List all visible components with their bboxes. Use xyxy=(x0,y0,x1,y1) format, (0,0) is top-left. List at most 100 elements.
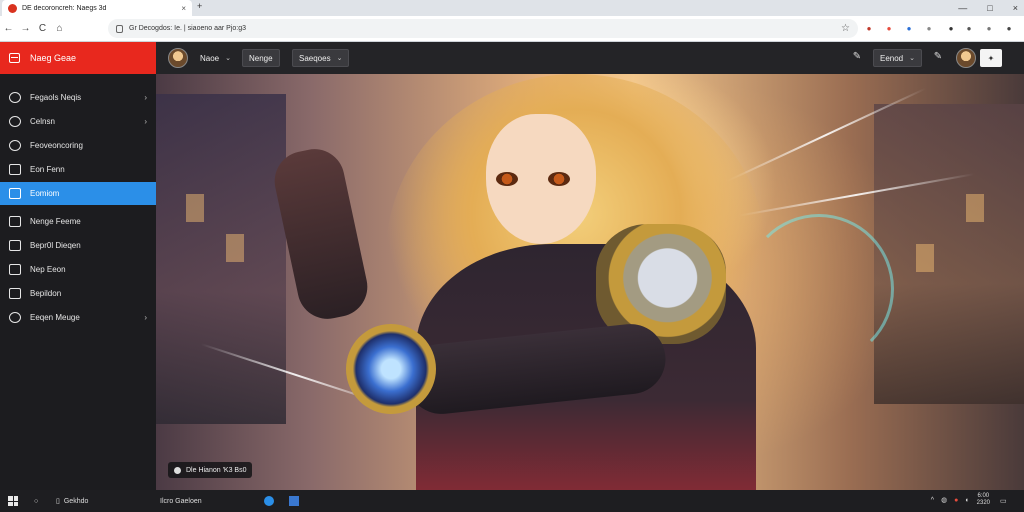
taskbar: ○ ▯ Gekhdo Ilcro Gaeloen ^ ◍ ● ◐ 6:00 23… xyxy=(0,490,1024,512)
sidebar-item-4[interactable]: Eon Fenn xyxy=(0,158,156,181)
right-dropdown[interactable]: Eenod ⌄ xyxy=(873,49,923,67)
action-center-button[interactable]: ▭ xyxy=(1000,494,1007,508)
sidebar-item-label: Celnsn xyxy=(30,117,55,126)
sidebar-item-label: Nep Eeon xyxy=(30,265,66,274)
nav-button[interactable]: Nenge xyxy=(242,49,280,67)
circle-icon xyxy=(9,140,21,151)
gauntlet-orb xyxy=(346,324,436,414)
clock-date: 2320 xyxy=(976,500,990,506)
address-text: Gr Decogdos: Ie. | siaoeno aar Pjo:g3 xyxy=(129,25,246,32)
minimize-button[interactable]: — xyxy=(958,3,967,13)
forward-button[interactable]: → xyxy=(17,23,34,34)
image-caption[interactable]: Dle Hianon 'K3 Bs0 xyxy=(168,462,253,478)
sidebar-item-label: Eomiom xyxy=(30,189,60,198)
close-window-button[interactable]: × xyxy=(1013,3,1018,13)
bookmark-star-icon[interactable]: ☆ xyxy=(841,23,850,34)
chevron-right-icon: › xyxy=(144,93,147,102)
reload-button[interactable]: C xyxy=(34,23,51,34)
chevron-down-icon: ⌄ xyxy=(225,55,231,62)
notification-badge-icon[interactable]: ● xyxy=(954,497,958,504)
action-center-icon: ▭ xyxy=(1000,498,1007,505)
tab-close-icon[interactable]: × xyxy=(181,4,186,13)
sidebar-item-9[interactable]: Bepildon xyxy=(0,282,156,305)
chevron-right-icon: › xyxy=(144,117,147,126)
extension-icon[interactable]: ● xyxy=(922,21,936,35)
brand-logo[interactable]: Naeg Geae xyxy=(0,42,156,74)
home-button[interactable]: ⌂ xyxy=(51,23,68,34)
task-view-icon: ▯ xyxy=(56,498,60,505)
caption-icon xyxy=(174,466,181,474)
browser-tab[interactable]: DE decoroncreh: Naegs 3d × xyxy=(2,0,192,16)
sidebar-item-label: Feoveoncoring xyxy=(30,141,83,150)
circle-icon xyxy=(9,312,21,323)
user-menu[interactable]: Naoe ⌄ xyxy=(194,49,237,67)
sidebar-item-10[interactable]: Eeqen Meuge › xyxy=(0,306,156,329)
browser-tabstrip: DE decoroncreh: Naegs 3d × + — □ × xyxy=(0,0,1024,16)
sidebar-item-3[interactable]: Feoveoncoring xyxy=(0,134,156,157)
clock-time: 6:00 xyxy=(977,493,990,499)
taskbar-search-label: Gekhdo xyxy=(63,497,89,505)
maximize-button[interactable]: □ xyxy=(987,3,992,13)
edit-icon[interactable]: ✎ xyxy=(931,51,945,65)
window-light xyxy=(186,194,204,222)
extension-icon[interactable]: ● xyxy=(944,21,958,35)
tools-icon[interactable]: ✎ xyxy=(850,51,864,65)
brand-icon xyxy=(9,53,20,63)
profile-avatar[interactable] xyxy=(956,48,976,68)
taskbar-search[interactable]: ▯ Gekhdo xyxy=(56,494,88,508)
windows-icon xyxy=(8,496,18,506)
sidebar-item-1[interactable]: Fegaols Neqis › xyxy=(0,86,156,109)
edge-icon xyxy=(264,496,274,506)
sidebar-item-6[interactable]: Nenge Feeme xyxy=(0,210,156,233)
extension-icon[interactable]: ● xyxy=(982,21,996,35)
network-icon[interactable]: ◍ xyxy=(941,496,947,504)
new-tab-button[interactable]: + xyxy=(197,1,202,11)
extension-icon[interactable]: ● xyxy=(902,21,916,35)
window-light xyxy=(916,244,934,272)
square-icon xyxy=(9,288,21,299)
character-eye xyxy=(496,172,518,186)
chevron-right-icon: › xyxy=(144,313,147,322)
sidebar-item-label: Eeqen Meuge xyxy=(30,313,80,322)
taskbar-store-icon[interactable] xyxy=(289,494,299,508)
extension-icon[interactable]: ● xyxy=(962,21,976,35)
circle-icon xyxy=(9,116,21,127)
sidebar-item-label: Bepr0l Dieqen xyxy=(30,241,81,250)
brand-name: Naeg Geae xyxy=(30,53,77,63)
sidebar-item-8[interactable]: Nep Eeon xyxy=(0,258,156,281)
system-clock[interactable]: 6:00 2320 xyxy=(977,493,990,507)
background-building xyxy=(156,94,286,424)
settings-square-button[interactable]: ✦ xyxy=(980,49,1002,67)
taskbar-app[interactable]: Ilcro Gaeloen xyxy=(160,494,202,508)
lock-icon xyxy=(116,24,123,33)
circle-icon xyxy=(9,92,21,103)
square-button-label: ✦ xyxy=(987,53,995,63)
extension-icon[interactable]: ● xyxy=(882,21,896,35)
sidebar-item-label: Bepildon xyxy=(30,289,62,298)
sidebar-item-5-active[interactable]: Eomiom xyxy=(0,182,156,205)
menu-icon[interactable]: ● xyxy=(1002,21,1016,35)
search-button[interactable]: ○ xyxy=(34,494,38,508)
square-icon xyxy=(9,164,21,175)
options-dropdown[interactable]: Saeqoes ⌄ xyxy=(292,49,350,67)
chevron-up-icon[interactable]: ^ xyxy=(931,497,934,504)
energy-arc xyxy=(744,214,894,364)
start-button[interactable] xyxy=(8,494,18,508)
sidebar-item-label: Eon Fenn xyxy=(30,165,65,174)
extension-icon[interactable]: ● xyxy=(862,21,876,35)
square-icon xyxy=(9,216,21,227)
user-name: Naoe xyxy=(200,53,220,63)
sidebar-item-2[interactable]: Celnsn › xyxy=(0,110,156,133)
nav-button-label: Nenge xyxy=(249,53,273,63)
user-avatar[interactable] xyxy=(168,48,188,68)
taskbar-edge-icon[interactable] xyxy=(264,494,274,508)
volume-icon[interactable]: ◐ xyxy=(965,497,969,504)
right-dropdown-label: Eenod xyxy=(880,53,904,63)
hero-artwork[interactable]: Dle Hianon 'K3 Bs0 xyxy=(156,74,1024,490)
store-icon xyxy=(289,496,299,506)
address-bar[interactable]: Gr Decogdos: Ie. | siaoeno aar Pjo:g3 ☆ xyxy=(108,19,858,38)
search-icon: ○ xyxy=(34,497,39,505)
back-button[interactable]: ← xyxy=(0,23,17,34)
taskbar-app-label: Ilcro Gaeloen xyxy=(160,497,202,505)
sidebar-item-7[interactable]: Bepr0l Dieqen xyxy=(0,234,156,257)
